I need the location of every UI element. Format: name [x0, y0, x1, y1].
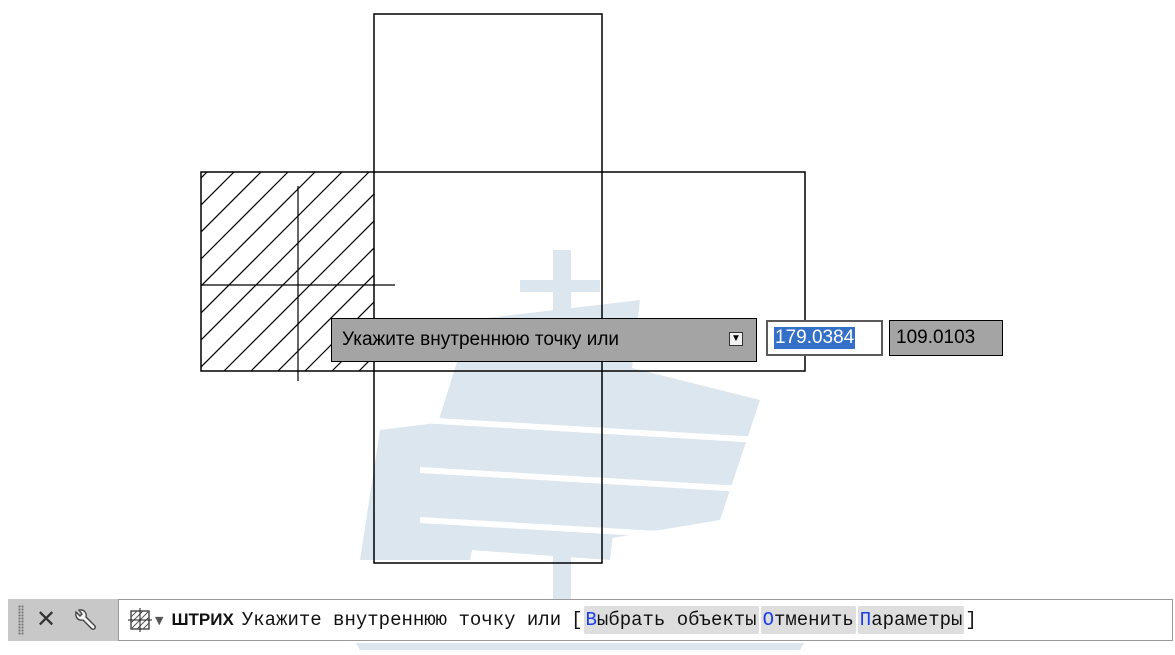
close-icon[interactable]: ✕ — [36, 607, 56, 631]
watermark-logo — [330, 250, 830, 650]
hatch-line — [201, 172, 208, 179]
command-name: ШТРИХ — [171, 610, 234, 629]
options-bracket-open: [ — [571, 609, 583, 631]
hatch-line — [201, 172, 235, 206]
wrench-icon[interactable] — [70, 607, 98, 635]
option-select-objects[interactable]: Выбрать объекты — [583, 606, 759, 634]
y-coordinate-input[interactable]: 109.0103 — [889, 320, 1003, 356]
command-line: ✕ ▼ ШТРИХ Укажите внутреннюю точку или [… — [0, 599, 1175, 643]
option-undo[interactable]: Отменить — [760, 606, 856, 634]
hatch-line — [201, 172, 289, 260]
prompt-label: Укажите внутреннюю точку или — [342, 329, 620, 350]
command-input[interactable]: ▼ ШТРИХ Укажите внутреннюю точку или [ В… — [118, 599, 1173, 641]
option-settings[interactable]: Параметры — [857, 606, 965, 634]
chevron-down-icon[interactable]: ▼ — [155, 614, 163, 627]
x-coordinate-value[interactable]: 179.0384 — [774, 327, 856, 349]
command-prompt: Укажите внутреннюю точку или — [241, 609, 562, 631]
hatch-icon[interactable] — [127, 607, 153, 633]
drag-grip[interactable] — [18, 605, 24, 635]
command-line-controls: ✕ — [8, 599, 118, 641]
hatch-line — [201, 172, 262, 233]
y-coordinate-value[interactable]: 109.0103 — [896, 327, 975, 349]
dynamic-input-prompt: Укажите внутреннюю точку или ▼ — [331, 318, 757, 362]
hatch-line — [201, 172, 316, 287]
x-coordinate-input[interactable]: 179.0384 — [766, 320, 883, 356]
hatch-line — [201, 172, 343, 314]
options-bracket-close: ] — [965, 609, 977, 631]
hatch-line — [0, 172, 180, 371]
down-arrow-box-icon[interactable]: ▼ — [729, 332, 743, 346]
